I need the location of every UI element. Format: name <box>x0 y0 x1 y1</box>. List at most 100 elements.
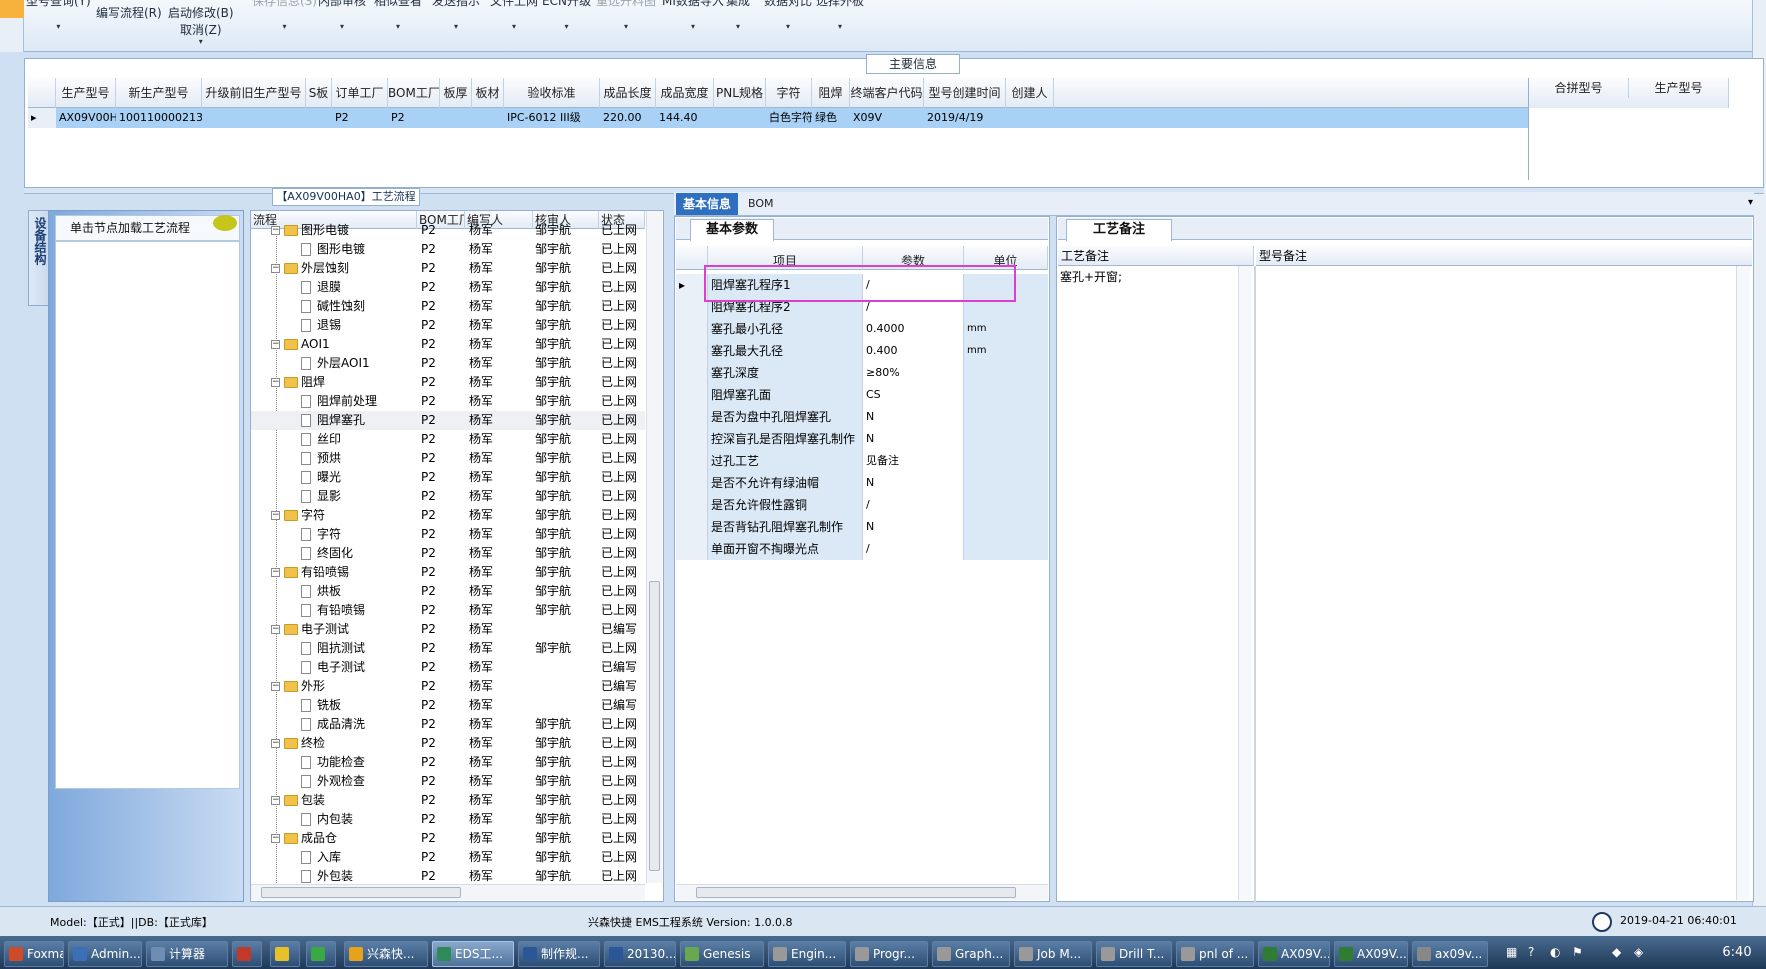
tree-vertical-scroll-thumb[interactable] <box>649 581 660 871</box>
taskbar-item[interactable]: 兴森快... <box>344 941 428 967</box>
taskbar-item[interactable]: Progr... <box>850 941 928 967</box>
expand-toggle-icon[interactable]: − <box>271 834 280 843</box>
toolbar-button-10[interactable]: 重选开料图 ▾ <box>596 0 656 31</box>
expand-toggle-icon[interactable]: − <box>271 226 280 235</box>
taskbar-item[interactable]: Foxmail <box>4 941 64 967</box>
notes-divider[interactable] <box>1254 266 1256 902</box>
grid-cell[interactable]: 白色字符 <box>766 108 812 128</box>
grid-cell[interactable]: P2 <box>332 108 388 128</box>
expand-toggle-icon[interactable]: − <box>271 340 280 349</box>
taskbar-clock[interactable]: 6:40 <box>1712 941 1762 965</box>
params-horizontal-scrollbar[interactable] <box>676 884 1048 900</box>
expand-toggle-icon[interactable]: − <box>271 739 280 748</box>
tree-folder-node[interactable]: − 有铅喷锡 P2 杨军 邹宇航 已上网 <box>251 563 645 582</box>
param-value-cell[interactable]: / <box>863 494 964 516</box>
tree-folder-node[interactable]: − 电子测试 P2 杨军 已编写 <box>251 620 645 639</box>
tree-folder-node[interactable]: − 阻焊 P2 杨军 邹宇航 已上网 <box>251 373 645 392</box>
tree-leaf-node[interactable]: 电子测试 P2 杨军 已编写 <box>251 658 645 677</box>
param-value-cell[interactable]: / <box>863 538 964 560</box>
expand-toggle-icon[interactable]: − <box>271 511 280 520</box>
taskbar-item[interactable]: Drill T... <box>1096 941 1172 967</box>
tree-leaf-node[interactable]: 入库 P2 杨军 邹宇航 已上网 <box>251 848 645 867</box>
load-process-header[interactable]: 单击节点加载工艺流程 <box>55 215 240 241</box>
toolbar-button-8[interactable]: 文件上网 ▾ <box>490 0 538 31</box>
expand-toggle-icon[interactable]: − <box>271 264 280 273</box>
taskbar-item[interactable]: Engin... <box>768 941 846 967</box>
params-row[interactable]: 是否不允许有绿油帽 N <box>676 472 1048 494</box>
params-row[interactable]: 是否为盘中孔阻焊塞孔 N <box>676 406 1048 428</box>
grid-col-header[interactable]: 生产型号 <box>56 78 116 108</box>
taskbar-item[interactable]: 计算器 <box>146 941 228 967</box>
help-icon[interactable]: ? <box>1528 945 1534 959</box>
grid-cell[interactable]: P2 <box>388 108 440 128</box>
taskbar-item[interactable]: 制作规... <box>518 941 600 967</box>
tree-leaf-node[interactable]: 碱性蚀刻 P2 杨军 邹宇航 已上网 <box>251 297 645 316</box>
grid-col-header[interactable]: 验收标准 <box>504 78 600 108</box>
taskbar-item[interactable]: Graph... <box>932 941 1010 967</box>
grid-cell[interactable]: AX09V00HA0 <box>56 108 116 128</box>
params-row[interactable]: 阻焊塞孔面 CS <box>676 384 1048 406</box>
tab-process-notes[interactable]: 工艺备注 <box>1066 219 1172 241</box>
params-row[interactable]: 控深盲孔是否阻焊塞孔制作 N <box>676 428 1048 450</box>
security-icon[interactable]: ◆ <box>1612 945 1621 959</box>
equipment-structure-tab[interactable]: 设备结构 <box>28 210 50 306</box>
grid-col-header[interactable]: 阻焊 <box>812 78 850 108</box>
tree-leaf-node[interactable]: 字符 P2 杨军 邹宇航 已上网 <box>251 525 645 544</box>
toolbar-button-12[interactable]: 集成 ▾ <box>726 0 750 31</box>
toolbar-button-1[interactable]: 型号查询(Y) ▾ <box>26 0 91 31</box>
tree-leaf-node[interactable]: 预烘 P2 杨军 邹宇航 已上网 <box>251 449 645 468</box>
taskbar-item[interactable]: AX09V... <box>1258 941 1330 967</box>
taskbar-item[interactable]: Admin... <box>68 941 142 967</box>
grid-col-header[interactable]: 订单工厂 <box>332 78 388 108</box>
tree-leaf-node[interactable]: 曝光 P2 杨军 邹宇航 已上网 <box>251 468 645 487</box>
model-notes-scrollbar[interactable] <box>1736 266 1750 900</box>
tree-folder-node[interactable]: − 终检 P2 杨军 邹宇航 已上网 <box>251 734 645 753</box>
toolbar-button-9[interactable]: ECN升级 ▾ <box>542 0 591 31</box>
grid-cell[interactable] <box>714 108 766 128</box>
tree-leaf-node[interactable]: 阻焊前处理 P2 杨军 邹宇航 已上网 <box>251 392 645 411</box>
tree-leaf-node[interactable]: 退锡 P2 杨军 邹宇航 已上网 <box>251 316 645 335</box>
grid-cell[interactable] <box>1006 108 1054 128</box>
param-value-cell[interactable]: 0.4000 <box>863 318 964 340</box>
tree-leaf-node[interactable]: 铣板 P2 杨军 已编写 <box>251 696 645 715</box>
grid-col-header[interactable]: 型号创建时间 <box>924 78 1006 108</box>
taskbar-item[interactable]: Genesis <box>680 941 764 967</box>
tab-basic-params[interactable]: 基本参数 <box>690 219 774 241</box>
tab-bom[interactable]: BOM <box>748 193 788 215</box>
tree-leaf-node[interactable]: 有铅喷锡 P2 杨军 邹宇航 已上网 <box>251 601 645 620</box>
params-row[interactable]: 塞孔最大孔径 0.400 mm <box>676 340 1048 362</box>
params-row[interactable]: 塞孔最小孔径 0.4000 mm <box>676 318 1048 340</box>
tree-leaf-node[interactable]: 成品清洗 P2 杨军 邹宇航 已上网 <box>251 715 645 734</box>
param-value-cell[interactable]: N <box>863 428 964 450</box>
taskbar-item[interactable]: Job M... <box>1014 941 1092 967</box>
toolbar-button-4[interactable]: 保存信息(S) ▾ <box>252 0 317 31</box>
tree-folder-node[interactable]: − AOI1 P2 杨军 邹宇航 已上网 <box>251 335 645 354</box>
grid-col-header[interactable]: 升级前旧生产型号 <box>202 78 306 108</box>
merge-col-header[interactable]: 生产型号 <box>1629 78 1729 98</box>
grid-cell[interactable] <box>202 108 306 128</box>
params-horizontal-scroll-thumb[interactable] <box>696 887 1016 898</box>
tree-folder-node[interactable]: − 外形 P2 杨军 已编写 <box>251 677 645 696</box>
grid-col-header[interactable]: 板材 <box>472 78 504 108</box>
grid-col-header[interactable]: 板厚 <box>440 78 472 108</box>
grid-col-header[interactable]: 成品长度 <box>600 78 656 108</box>
expand-toggle-icon[interactable]: − <box>271 682 280 691</box>
taskbar-item[interactable]: ax09v... <box>1412 941 1488 967</box>
taskbar-item[interactable]: AX09V... <box>1334 941 1408 967</box>
tree-folder-node[interactable]: − 成品仓 P2 杨军 邹宇航 已上网 <box>251 829 645 848</box>
merge-col-header[interactable]: 合拼型号 <box>1529 78 1629 98</box>
taskbar-item[interactable] <box>270 941 300 967</box>
grid-cell[interactable]: 10011000021393 <box>116 108 202 128</box>
tree-leaf-node[interactable]: 退膜 P2 杨军 邹宇航 已上网 <box>251 278 645 297</box>
tree-leaf-node[interactable]: 烘板 P2 杨军 邹宇航 已上网 <box>251 582 645 601</box>
process-notes-scrollbar[interactable] <box>1238 266 1252 900</box>
tree-leaf-node[interactable]: 功能检查 P2 杨军 邹宇航 已上网 <box>251 753 645 772</box>
tree-folder-node[interactable]: − 字符 P2 杨军 邹宇航 已上网 <box>251 506 645 525</box>
tree-leaf-node[interactable]: 外层AOI1 P2 杨军 邹宇航 已上网 <box>251 354 645 373</box>
taskbar-item[interactable]: EDS工... <box>432 941 514 967</box>
tree-leaf-node[interactable]: 阻抗测试 P2 杨军 邹宇航 已上网 <box>251 639 645 658</box>
grid-col-header[interactable]: 终端客户代码 <box>850 78 924 108</box>
grid-col-header[interactable]: 字符 <box>766 78 812 108</box>
grid-cell[interactable]: IPC-6012 III级 <box>504 108 600 128</box>
grid-cell[interactable] <box>440 108 472 128</box>
